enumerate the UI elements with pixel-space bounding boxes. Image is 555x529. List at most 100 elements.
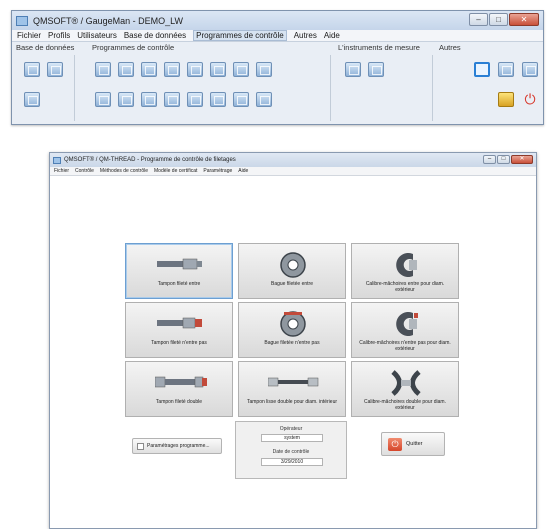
maximize-button[interactable]: □ xyxy=(497,155,510,164)
title-bar: QMSOFT® / QM-THREAD - Programme de contr… xyxy=(50,153,536,167)
menu-aide[interactable]: Aide xyxy=(324,31,340,40)
menu-methodes-de-controle[interactable]: Méthodes de contrôle xyxy=(100,168,148,174)
power-icon: ⏻ xyxy=(388,438,402,451)
tile-label: Bague filetée n'entre pas xyxy=(264,340,320,346)
tile-label: Calibre-mâchoires n'entre pas pour diam.… xyxy=(359,340,451,352)
ribbon-program-button-6[interactable] xyxy=(210,62,226,77)
operator-field: system xyxy=(261,434,323,442)
menu-fichier[interactable]: Fichier xyxy=(17,31,41,40)
window-title: QMSOFT® / QM-THREAD - Programme de contr… xyxy=(64,157,236,163)
tile-double-snap-gauge[interactable]: Calibre-mâchoires double pour diam. exté… xyxy=(351,361,459,417)
ribbon-separator xyxy=(432,55,433,121)
app-icon xyxy=(53,156,61,164)
menu-fichier[interactable]: Fichier xyxy=(54,168,69,174)
ribbon-program-button-1[interactable] xyxy=(95,62,111,77)
close-button[interactable]: ✕ xyxy=(511,155,533,164)
ribbon-program-button-5[interactable] xyxy=(187,62,203,77)
ribbon-separator xyxy=(74,55,75,121)
menu-bar: Fichier Profils Utilisateurs Base de don… xyxy=(12,30,543,42)
group-label-instruments: L'instruments de mesure xyxy=(338,43,420,52)
ribbon-database-grid-button[interactable] xyxy=(24,92,40,107)
close-button[interactable]: ✕ xyxy=(509,13,539,26)
ribbon-separator xyxy=(330,55,331,121)
ribbon-other-button-2[interactable] xyxy=(498,62,514,77)
thread-ring-go-icon xyxy=(280,252,306,278)
settings-button[interactable]: Paramétrages programme... xyxy=(132,438,222,454)
ribbon-database-button[interactable] xyxy=(24,62,40,77)
ribbon-program-button-9[interactable] xyxy=(95,92,111,107)
ribbon-program-button-13[interactable] xyxy=(187,92,203,107)
double-plain-plug-icon xyxy=(268,377,319,387)
operator-label: Opérateur xyxy=(279,426,303,432)
gaugeman-window: QMSOFT® / GaugeMan - DEMO_LW – □ ✕ Fichi… xyxy=(11,10,544,125)
group-label-databases: Base de données xyxy=(16,43,75,52)
ribbon-program-button-16[interactable] xyxy=(256,92,272,107)
tile-thread-plug-nogo[interactable]: Tampon fileté n'entre pas xyxy=(125,302,233,358)
ribbon-other-button-3[interactable] xyxy=(522,62,538,77)
menu-base-de-donnees[interactable]: Base de données xyxy=(124,31,186,40)
minimize-button[interactable]: – xyxy=(469,13,488,26)
menu-autres[interactable]: Autres xyxy=(294,31,317,40)
minimize-button[interactable]: – xyxy=(483,155,496,164)
tile-label: Tampon lisse double pour diam. intérieur xyxy=(246,399,338,405)
menu-profils[interactable]: Profils xyxy=(48,31,70,40)
settings-button-label: Paramétrages programme... xyxy=(147,443,210,449)
tile-label: Tampon fileté n'entre pas xyxy=(151,340,207,346)
ribbon-program-button-7[interactable] xyxy=(233,62,249,77)
ribbon-program-button-4[interactable] xyxy=(164,62,180,77)
tile-thread-ring-nogo[interactable]: Bague filetée n'entre pas xyxy=(238,302,346,358)
menu-programmes-de-controle[interactable]: Programmes de contrôle xyxy=(193,30,287,41)
date-field: 3/29/2010 xyxy=(261,458,323,466)
tile-double-thread-plug[interactable]: Tampon fileté double xyxy=(125,361,233,417)
menu-parametrage[interactable]: Paramétrage xyxy=(203,168,232,174)
tile-label: Calibre-mâchoires double pour diam. exté… xyxy=(364,399,446,411)
menu-aide[interactable]: Aide xyxy=(238,168,248,174)
maximize-button[interactable]: □ xyxy=(489,13,508,26)
operator-date-panel: Opérateur system Date de contrôle 3/29/2… xyxy=(235,421,347,479)
snap-gauge-go-icon xyxy=(396,253,417,277)
ribbon-program-button-2[interactable] xyxy=(118,62,134,77)
group-label-others: Autres xyxy=(439,43,461,52)
ribbon-program-button-8[interactable] xyxy=(256,62,272,77)
tile-label: Tampon fileté double xyxy=(155,399,203,405)
ribbon-group-labels: Base de données Programmes de contrôle L… xyxy=(12,42,543,52)
quit-button-label: Quitter xyxy=(406,441,423,447)
ribbon-program-button-15[interactable] xyxy=(233,92,249,107)
ribbon-database-import-button[interactable] xyxy=(47,62,63,77)
menu-modele-de-certificat[interactable]: Modèle de certificat xyxy=(154,168,197,174)
menu-controle[interactable]: Contrôle xyxy=(75,168,94,174)
settings-checkbox-icon xyxy=(137,443,144,450)
thread-plug-nogo-icon xyxy=(157,317,202,329)
ribbon-instrument-button-1[interactable] xyxy=(345,62,361,77)
thread-plug-go-icon xyxy=(157,258,202,270)
ribbon-program-button-11[interactable] xyxy=(141,92,157,107)
snap-gauge-nogo-icon xyxy=(396,312,418,336)
double-thread-plug-icon xyxy=(155,376,207,388)
title-bar: QMSOFT® / GaugeMan - DEMO_LW – □ ✕ xyxy=(12,11,543,30)
quit-button[interactable]: ⏻ Quitter xyxy=(381,432,445,456)
tile-snap-gauge-go[interactable]: Calibre-mâchoires entre pour diam. extér… xyxy=(351,243,459,299)
ribbon-program-button-10[interactable] xyxy=(118,92,134,107)
app-icon xyxy=(16,15,28,26)
tile-label: Bague filetée entre xyxy=(271,281,313,287)
ribbon-other-button-1[interactable] xyxy=(474,62,490,77)
menu-utilisateurs[interactable]: Utilisateurs xyxy=(77,31,117,40)
group-label-programs: Programmes de contrôle xyxy=(92,43,175,52)
ribbon-program-button-12[interactable] xyxy=(164,92,180,107)
tile-double-plain-plug[interactable]: Tampon lisse double pour diam. intérieur xyxy=(238,361,346,417)
menu-bar: Fichier Contrôle Méthodes de contrôle Mo… xyxy=(50,167,536,176)
tile-label: Calibre-mâchoires entre pour diam. extér… xyxy=(365,281,445,293)
double-snap-gauge-icon xyxy=(391,370,421,396)
date-label: Date de contrôle xyxy=(272,449,310,455)
power-icon[interactable]: ⏻ xyxy=(522,92,538,107)
tile-thread-ring-go[interactable]: Bague filetée entre xyxy=(238,243,346,299)
thread-ring-nogo-icon xyxy=(280,311,306,337)
ribbon-instrument-button-2[interactable] xyxy=(368,62,384,77)
ribbon-program-button-3[interactable] xyxy=(141,62,157,77)
tile-thread-plug-go[interactable]: Tampon fileté entre xyxy=(125,243,233,299)
ribbon-program-button-14[interactable] xyxy=(210,92,226,107)
ribbon-key-button[interactable] xyxy=(498,92,514,107)
window-title: QMSOFT® / GaugeMan - DEMO_LW xyxy=(33,15,183,26)
tile-snap-gauge-nogo[interactable]: Calibre-mâchoires n'entre pas pour diam.… xyxy=(351,302,459,358)
tile-label: Tampon fileté entre xyxy=(157,281,201,287)
